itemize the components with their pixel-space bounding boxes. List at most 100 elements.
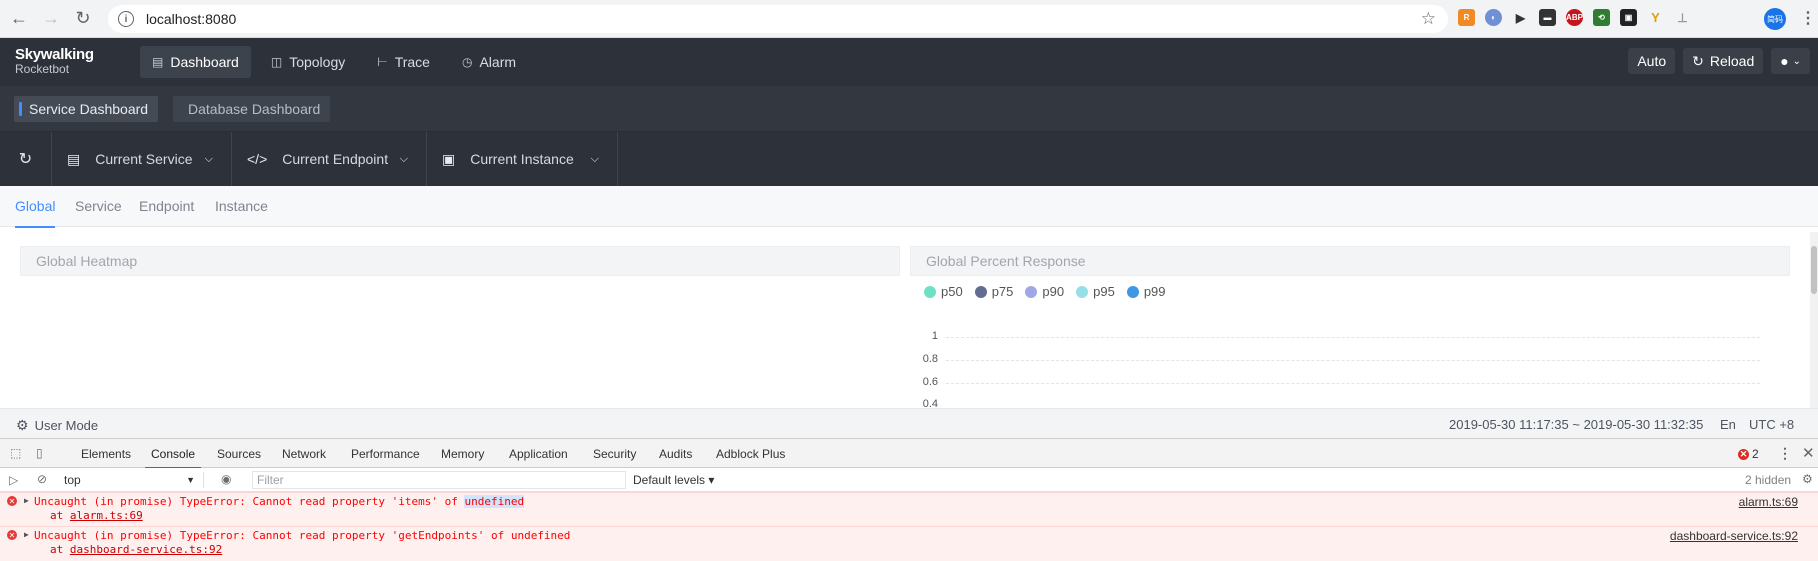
gridline xyxy=(946,360,1760,361)
stack-link[interactable]: dashboard-service.ts:92 xyxy=(70,543,222,556)
devtools-tab-application[interactable]: Application xyxy=(509,447,568,461)
devtools-tab-adblock-plus[interactable]: Adblock Plus xyxy=(716,447,785,461)
address-bar[interactable]: i localhost:8080 ☆ xyxy=(108,5,1448,33)
service-selector[interactable]: ▤ Current Service ⌵ xyxy=(52,132,232,186)
clear-console-icon[interactable]: ⊘ xyxy=(37,472,51,486)
extension-screen-icon[interactable]: ▬ xyxy=(1539,9,1556,26)
bookmark-star-icon[interactable]: ☆ xyxy=(1421,9,1436,29)
devtools-tab-memory[interactable]: Memory xyxy=(441,447,484,461)
adblock-plus-icon[interactable]: ABP xyxy=(1566,9,1583,26)
extension-orange-icon[interactable]: R xyxy=(1458,9,1475,26)
device-toolbar-icon[interactable]: ▯ xyxy=(36,446,50,460)
devtools-tab-audits[interactable]: Audits xyxy=(659,447,692,461)
stack-link[interactable]: alarm.ts:69 xyxy=(70,509,143,522)
close-icon[interactable]: ✕ xyxy=(1802,444,1815,462)
skywalking-logo[interactable]: Skywalking Rocketbot xyxy=(15,47,94,77)
nav-topology[interactable]: ◫ Topology xyxy=(259,46,357,78)
devtools-tab-sources[interactable]: Sources xyxy=(217,447,261,461)
auto-button[interactable]: Auto xyxy=(1628,48,1676,74)
devtools-tab-network[interactable]: Network xyxy=(282,447,326,461)
reload-label: Reload xyxy=(1709,53,1755,69)
user-mode-label: User Mode xyxy=(34,418,99,433)
console-error-row[interactable]: ✕ ▶ Uncaught (in promise) TypeError: Can… xyxy=(0,492,1818,526)
chevron-down-icon: ⌵ xyxy=(204,152,213,165)
nav-trace[interactable]: ⊢ Trace xyxy=(365,46,442,78)
user-mode-toggle[interactable]: ⚙ User Mode xyxy=(16,417,98,434)
gridline xyxy=(946,383,1760,384)
devtools-tab-security[interactable]: Security xyxy=(593,447,636,461)
legend-item[interactable]: p95 xyxy=(1076,284,1115,299)
back-arrow-icon[interactable]: ← xyxy=(6,6,32,32)
devtools-tab-elements[interactable]: Elements xyxy=(81,447,131,461)
percent-response-panel-title: Global Percent Response xyxy=(910,246,1790,276)
inspect-element-icon[interactable]: ⬚ xyxy=(10,446,24,460)
content-scrollbar[interactable] xyxy=(1810,232,1818,408)
scrollbar-thumb[interactable] xyxy=(1811,246,1817,294)
timezone-label[interactable]: UTC +8 xyxy=(1749,417,1794,432)
language-toggle[interactable]: En xyxy=(1720,417,1736,432)
nav-dashboard[interactable]: ▤ Dashboard xyxy=(140,46,251,78)
tab-service[interactable]: Service xyxy=(75,198,122,214)
user-menu-button[interactable]: ● ⌄ xyxy=(1771,48,1810,74)
browser-toolbar: ← → ↻ i localhost:8080 ☆ R ◐ ▶ ▬ ABP ⟲ ▣… xyxy=(0,0,1818,38)
instance-selector[interactable]: ▣ Current Instance ⌵ xyxy=(427,132,618,186)
tab-service-dashboard[interactable]: Service Dashboard xyxy=(14,96,159,122)
extension-blue-icon[interactable]: ◐ xyxy=(1485,9,1502,26)
time-range[interactable]: 2019-05-30 11:17:35 ~ 2019-05-30 11:32:3… xyxy=(1449,417,1703,432)
legend-item[interactable]: p90 xyxy=(1025,284,1064,299)
source-link[interactable]: dashboard-service.ts:92 xyxy=(1670,529,1798,543)
extension-cursor-icon[interactable]: ▶ xyxy=(1512,9,1529,26)
url-text: localhost:8080 xyxy=(146,11,237,27)
console-filter-input[interactable]: Filter xyxy=(252,471,626,489)
extension-grey-icon[interactable]: ⊥ xyxy=(1674,9,1691,26)
forward-arrow-icon[interactable]: → xyxy=(38,6,64,32)
log-levels-dropdown[interactable]: Default levels ▾ xyxy=(633,473,714,487)
source-link[interactable]: alarm.ts:69 xyxy=(1739,495,1798,509)
site-info-icon[interactable]: i xyxy=(118,11,134,27)
reload-page-icon[interactable]: ↻ xyxy=(70,6,96,32)
nav-trace-label: Trace xyxy=(394,54,430,70)
error-icon: ✕ xyxy=(7,530,17,540)
error-counter[interactable]: ✕ 2 xyxy=(1738,447,1759,461)
stack-at: at xyxy=(50,509,70,522)
extension-black-icon[interactable]: ▣ xyxy=(1620,9,1637,26)
extension-green-icon[interactable]: ⟲ xyxy=(1593,9,1610,26)
chrome-menu-icon[interactable]: ⋮ xyxy=(1800,8,1816,28)
heatmap-panel-title: Global Heatmap xyxy=(20,246,900,276)
tab-database-dashboard[interactable]: Database Dashboard xyxy=(173,96,331,122)
eye-icon[interactable]: ◉ xyxy=(221,472,235,486)
error-icon: ✕ xyxy=(1738,448,1749,460)
devtools-tab-console[interactable]: Console xyxy=(144,447,202,469)
y-tick-label: 0.8 xyxy=(922,353,938,365)
console-toolbar: ▷ ⊘ top ▼ ◉ Filter Default levels ▾ 2 hid… xyxy=(0,468,1818,492)
devtools-tab-performance[interactable]: Performance xyxy=(351,447,420,461)
context-select[interactable]: top ▼ xyxy=(64,472,204,488)
profile-avatar[interactable]: 简码 xyxy=(1764,8,1786,30)
console-settings-gear-icon[interactable]: ⚙ xyxy=(1802,472,1816,486)
monitor-icon: ▣ xyxy=(442,150,456,167)
y-tick-label: 1 xyxy=(931,330,938,342)
extensions-row: R ◐ ▶ ▬ ABP ⟲ ▣ Y ⊥ xyxy=(1458,9,1691,26)
reload-button[interactable]: ↻ Reload xyxy=(1683,48,1764,74)
chevron-down-icon: ⌵ xyxy=(590,152,599,165)
expand-triangle-icon[interactable]: ▶ xyxy=(24,496,29,505)
expand-triangle-icon[interactable]: ▶ xyxy=(24,530,29,539)
error-message: Uncaught (in promise) TypeError: Cannot … xyxy=(34,529,570,542)
legend-dot xyxy=(1076,285,1089,298)
extension-y-icon[interactable]: Y xyxy=(1647,9,1664,26)
legend-item[interactable]: p75 xyxy=(974,284,1014,299)
legend-label: p75 xyxy=(991,284,1014,299)
gear-icon: ⚙ xyxy=(16,417,29,433)
nav-dashboard-label: Dashboard xyxy=(170,54,239,70)
tab-global[interactable]: Global xyxy=(15,198,56,228)
devtools-menu-icon[interactable]: ⋮ xyxy=(1778,445,1792,462)
nav-alarm[interactable]: ◷ Alarm xyxy=(450,46,528,78)
console-error-row[interactable]: ✕ ▶ Uncaught (in promise) TypeError: Can… xyxy=(0,526,1818,561)
tab-instance[interactable]: Instance xyxy=(215,198,268,214)
refresh-selectors-icon[interactable]: ↻ xyxy=(0,132,52,186)
sidebar-toggle-icon[interactable]: ▷ xyxy=(9,473,23,487)
legend-item[interactable]: p50 xyxy=(924,284,963,299)
endpoint-selector[interactable]: </> Current Endpoint ⌵ xyxy=(232,132,427,186)
tab-endpoint[interactable]: Endpoint xyxy=(139,198,194,214)
legend-item[interactable]: p99 xyxy=(1126,284,1166,299)
